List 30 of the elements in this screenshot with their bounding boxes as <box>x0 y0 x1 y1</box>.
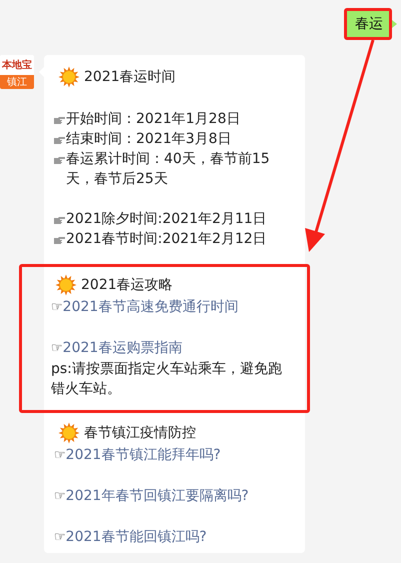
note-text: ps:请按票面指定火车站乘车，避免跑错火车站。 <box>51 361 282 397</box>
article-link[interactable]: 2021春节能回镇江吗? <box>66 529 207 545</box>
info-text: 2021除夕时间:2021年2月11日 <box>66 210 267 229</box>
hand-bullet: ☞ <box>51 300 63 315</box>
sun-icon <box>58 422 80 444</box>
avatar-city: 镇江 <box>0 75 34 89</box>
section-title: 春节镇江疫情防控 <box>84 424 196 442</box>
article-link[interactable]: 2021春节高速免费通行时间 <box>62 299 238 315</box>
article-link[interactable]: 2021年春节回镇江要隔离吗? <box>66 488 249 504</box>
hand-bullet: ☞ <box>54 448 66 463</box>
sun-icon <box>55 274 77 296</box>
pointing-hand-icon <box>54 237 65 244</box>
hand-bullet: ☞ <box>54 530 66 545</box>
pointing-hand-icon <box>54 217 65 224</box>
avatar-brand: 本地宝 <box>0 58 33 73</box>
article-link[interactable]: 2021春节镇江能拜年吗? <box>66 447 221 463</box>
pointing-hand-icon <box>54 137 65 144</box>
info-text: 2021春节时间:2021年2月12日 <box>66 230 267 249</box>
info-text: 结束时间：2021年3月8日 <box>66 130 232 149</box>
section-title: 2021春运攻略 <box>81 276 173 294</box>
hand-bullet: ☞ <box>54 489 66 504</box>
info-text: 春运累计时间：40天，春节前15天，春节后25天 <box>66 150 271 189</box>
info-text: 开始时间：2021年1月28日 <box>66 110 240 129</box>
article-link[interactable]: 2021春运购票指南 <box>62 340 182 356</box>
bubble-tail <box>392 20 397 28</box>
sun-icon <box>58 66 80 88</box>
pointing-hand-icon <box>54 117 65 124</box>
pointing-hand-icon <box>54 157 65 164</box>
hand-bullet: ☞ <box>51 341 63 356</box>
section-title: 2021春运时间 <box>84 68 176 86</box>
